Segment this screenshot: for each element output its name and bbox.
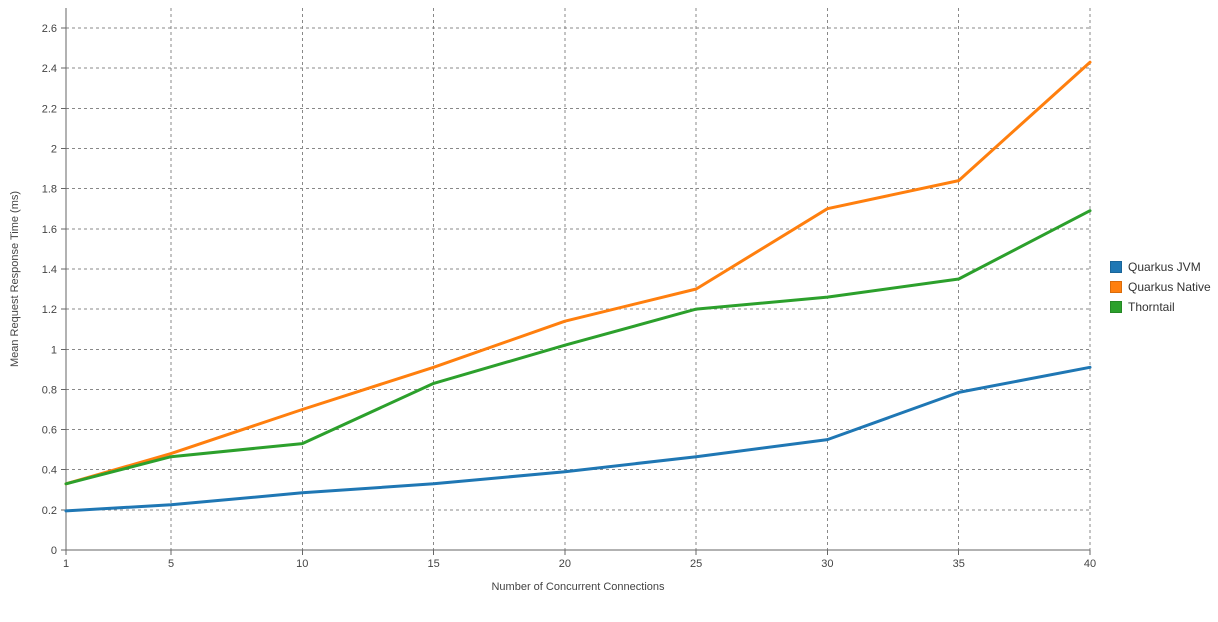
y-tick-label: 1.4	[42, 264, 57, 276]
legend-label-quarkus-native: Quarkus Native	[1128, 280, 1211, 294]
line-chart-svg: 151015202530354000.20.40.60.811.21.41.61…	[0, 0, 1218, 622]
y-tick-label: 2.4	[42, 63, 57, 75]
y-tick-label: 1.2	[42, 304, 57, 316]
x-tick-label: 5	[168, 558, 174, 570]
legend-label-quarkus-jvm: Quarkus JVM	[1128, 260, 1201, 274]
x-tick-label: 30	[821, 558, 833, 570]
legend-swatch-quarkus-native	[1110, 281, 1122, 293]
y-axis-label: Mean Request Response Time (ms)	[9, 191, 21, 367]
x-tick-label: 25	[690, 558, 702, 570]
x-tick-label: 1	[63, 558, 69, 570]
series-line-quarkus-jvm	[66, 367, 1090, 511]
series-line-quarkus-native	[66, 62, 1090, 484]
legend-item-quarkus-native: Quarkus Native	[1110, 277, 1211, 297]
series-line-thorntail	[66, 211, 1090, 484]
x-tick-label: 35	[953, 558, 965, 570]
y-tick-label: 2.6	[42, 23, 57, 35]
x-tick-label: 20	[559, 558, 571, 570]
y-tick-label: 0	[51, 545, 57, 557]
y-tick-label: 0.2	[42, 505, 57, 517]
legend-item-thorntail: Thorntail	[1110, 297, 1211, 317]
y-tick-label: 1	[51, 344, 57, 356]
x-axis-label: Number of Concurrent Connections	[491, 581, 665, 593]
x-tick-label: 10	[296, 558, 308, 570]
legend-item-quarkus-jvm: Quarkus JVM	[1110, 257, 1211, 277]
chart-container: 151015202530354000.20.40.60.811.21.41.61…	[0, 0, 1218, 622]
y-tick-label: 1.8	[42, 184, 57, 196]
y-tick-label: 0.6	[42, 425, 57, 437]
x-tick-label: 15	[427, 558, 439, 570]
y-tick-label: 0.4	[42, 465, 57, 477]
legend-swatch-thorntail	[1110, 301, 1122, 313]
y-tick-label: 0.8	[42, 384, 57, 396]
y-tick-label: 1.6	[42, 224, 57, 236]
x-tick-label: 40	[1084, 558, 1096, 570]
legend-label-thorntail: Thorntail	[1128, 300, 1175, 314]
legend-swatch-quarkus-jvm	[1110, 261, 1122, 273]
y-tick-label: 2	[51, 144, 57, 156]
y-tick-label: 2.2	[42, 103, 57, 115]
legend: Quarkus JVM Quarkus Native Thorntail	[1110, 257, 1211, 317]
